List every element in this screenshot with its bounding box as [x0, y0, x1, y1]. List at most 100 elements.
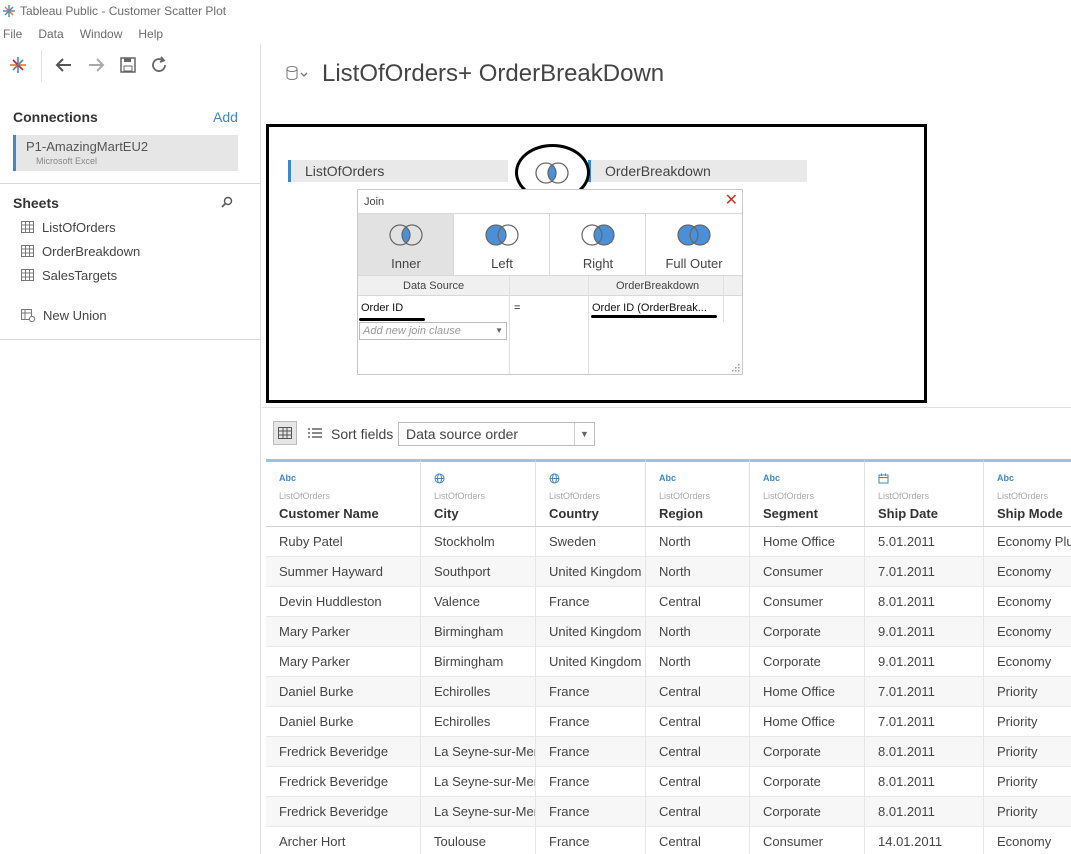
column-source: ListOfOrders	[878, 491, 930, 501]
table-cell: France	[536, 827, 646, 854]
table-cell: Central	[646, 677, 750, 707]
sheet-item-salestargets[interactable]: SalesTargets	[21, 266, 117, 284]
join-type-label: Right	[582, 256, 614, 271]
column-header[interactable]: Abc ListOfOrders Ship Mode	[984, 459, 1071, 527]
table-cell: Fredrick Beveridge	[266, 797, 421, 827]
column-source: ListOfOrders	[659, 491, 711, 501]
redo-icon[interactable]	[85, 54, 107, 76]
join-type-left[interactable]: Left	[454, 214, 550, 276]
table-row: Fredrick Beveridge La Seyne-sur-Mer France…	[266, 767, 1071, 797]
refresh-icon[interactable]	[148, 54, 170, 76]
table-cell: 14.01.2011	[865, 827, 984, 854]
table-cell: France	[536, 677, 646, 707]
sheet-item-orderbreakdown[interactable]: OrderBreakdown	[21, 242, 140, 260]
column-header[interactable]: ListOfOrders Country	[536, 459, 646, 527]
search-icon[interactable]	[221, 196, 233, 208]
date-type-icon[interactable]	[878, 473, 889, 486]
divider	[0, 183, 261, 184]
string-type-icon[interactable]: Abc	[763, 473, 780, 483]
column-source: ListOfOrders	[997, 491, 1049, 501]
menu-file[interactable]: File	[3, 27, 22, 41]
new-union-item[interactable]: New Union	[21, 306, 107, 324]
string-type-icon[interactable]: Abc	[279, 473, 296, 483]
menu-window[interactable]: Window	[80, 27, 123, 41]
table-cell: Mary Parker	[266, 617, 421, 647]
join-clause-grid: Data Source OrderBreakdown Order ID = Or…	[358, 276, 742, 374]
column-name[interactable]: Region	[659, 506, 703, 521]
table-cell: 7.01.2011	[865, 707, 984, 737]
column-header[interactable]: ListOfOrders City	[421, 459, 536, 527]
column-name[interactable]: Segment	[763, 506, 818, 521]
sort-fields-select[interactable]: Data source order ▼	[398, 422, 595, 446]
connection-item[interactable]: P1-AmazingMartEU2 Microsoft Excel	[13, 135, 238, 171]
save-icon[interactable]	[117, 54, 139, 76]
undo-icon[interactable]	[53, 54, 75, 76]
join-clause-operator[interactable]: =	[514, 302, 520, 314]
table-cell: Mary Parker	[266, 647, 421, 677]
join-clause-left-field[interactable]: Order ID	[361, 302, 403, 314]
join-type-inner[interactable]: Inner	[358, 214, 454, 276]
table-cell: Corporate	[750, 737, 865, 767]
table-cell: Priority	[984, 737, 1071, 767]
table-cell: Corporate	[750, 797, 865, 827]
column-name[interactable]: Country	[549, 506, 599, 521]
datasource-cylinder-icon[interactable]	[286, 64, 310, 84]
menu-data[interactable]: Data	[38, 27, 63, 41]
left-table-pill[interactable]: ListOfOrders	[288, 160, 508, 182]
sheet-item-listoforders[interactable]: ListOfOrders	[21, 218, 116, 236]
add-join-clause-dropdown[interactable]: Add new join clause ▼	[359, 322, 507, 340]
string-type-icon[interactable]: Abc	[997, 473, 1014, 483]
geo-type-icon[interactable]	[549, 473, 560, 486]
add-connection-link[interactable]: Add	[213, 109, 238, 125]
table-row: Mary Parker Birmingham United Kingdom North…	[266, 647, 1071, 677]
column-name[interactable]: Ship Mode	[997, 506, 1063, 521]
list-view-icon[interactable]	[303, 421, 327, 445]
table-row: Ruby Patel Stockholm Sweden North Home Offic…	[266, 527, 1071, 557]
table-row: Fredrick Beveridge La Seyne-sur-Mer France…	[266, 797, 1071, 827]
column-header[interactable]: Abc ListOfOrders Segment	[750, 459, 865, 527]
string-type-icon[interactable]: Abc	[659, 473, 676, 483]
column-header[interactable]: ListOfOrders Ship Date	[865, 459, 984, 527]
table-cell: Home Office	[750, 707, 865, 737]
table-cell: 7.01.2011	[865, 677, 984, 707]
table-cell: Consumer	[750, 557, 865, 587]
table-row: Devin Huddleston Valence France Central Cons…	[266, 587, 1071, 617]
column-source: ListOfOrders	[434, 491, 486, 501]
table-row: Daniel Burke Echirolles France Central Home …	[266, 707, 1071, 737]
column-header[interactable]: Abc ListOfOrders Customer Name	[266, 459, 421, 527]
right-table-pill[interactable]: OrderBreakdown	[588, 160, 807, 182]
inner-join-venn-icon[interactable]	[532, 160, 572, 186]
table-cell: Central	[646, 767, 750, 797]
column-source: ListOfOrders	[549, 491, 601, 501]
connection-type: Microsoft Excel	[36, 156, 98, 166]
table-cell: 9.01.2011	[865, 617, 984, 647]
close-icon[interactable]: ✕	[725, 192, 738, 210]
grid-view-icon[interactable]	[273, 421, 297, 445]
resize-grip-icon[interactable]	[732, 364, 740, 372]
table-cell: Ruby Patel	[266, 527, 421, 557]
geo-type-icon[interactable]	[434, 473, 445, 486]
column-source: ListOfOrders	[279, 491, 331, 501]
table-cell: Corporate	[750, 647, 865, 677]
table-cell: Toulouse	[421, 827, 536, 854]
column-name[interactable]: Customer Name	[279, 506, 379, 521]
table-cell: France	[536, 767, 646, 797]
table-icon	[21, 245, 34, 257]
column-name[interactable]: Ship Date	[878, 506, 938, 521]
table-cell: Sweden	[536, 527, 646, 557]
tableau-start-icon[interactable]	[7, 54, 29, 76]
join-type-full-outer[interactable]: Full Outer	[646, 214, 742, 276]
connections-heading: Connections	[13, 109, 98, 125]
join-type-right[interactable]: Right	[550, 214, 646, 276]
menu-help[interactable]: Help	[138, 27, 163, 41]
toolbar	[0, 44, 261, 88]
column-header[interactable]: Abc ListOfOrders Region	[646, 459, 750, 527]
chevron-down-icon: ▼	[574, 423, 594, 445]
join-dialog-header: Join ✕	[358, 190, 742, 214]
column-name[interactable]: City	[434, 506, 459, 521]
table-cell: La Seyne-sur-Mer	[421, 797, 536, 827]
table-cell: North	[646, 557, 750, 587]
table-cell: United Kingdom	[536, 557, 646, 587]
datasource-title[interactable]: ListOfOrders+ OrderBreakDown	[322, 60, 664, 88]
join-clause-right-field[interactable]: Order ID (OrderBreak...	[592, 302, 707, 314]
